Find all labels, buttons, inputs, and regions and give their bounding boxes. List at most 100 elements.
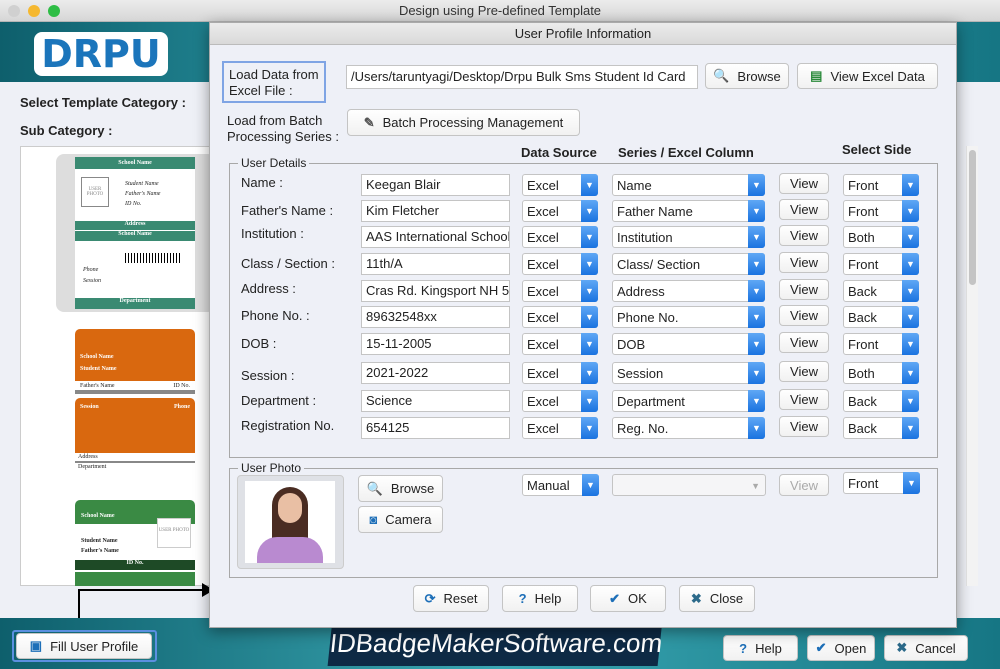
template-card-green[interactable]: School Name USER PHOTO Student Name Fathe… (75, 157, 195, 309)
chevron-down-icon: ▼ (748, 200, 765, 222)
view-button[interactable]: View (779, 305, 829, 326)
template-list[interactable]: School Name USER PHOTO Student Name Fathe… (20, 146, 216, 586)
close-window-button[interactable] (8, 5, 20, 17)
card-fields: Student Name Father's Name (81, 538, 119, 554)
data-source-select[interactable]: Excel ▼ (522, 226, 598, 248)
select-side-select[interactable]: Back ▼ (843, 306, 919, 328)
view-button[interactable]: View (779, 225, 829, 246)
excel-column-select[interactable]: Session ▼ (612, 362, 765, 384)
col-series: Series / Excel Column (618, 145, 754, 160)
cancel-button[interactable]: ✖ Cancel (884, 635, 968, 661)
select-side-select[interactable]: Both ▼ (843, 226, 919, 248)
select-side-select[interactable]: Both ▼ (843, 362, 919, 384)
select-side-select[interactable]: Back ▼ (843, 390, 919, 412)
field-label: Class / Section : (241, 256, 335, 271)
help-button[interactable]: ? Help (502, 585, 578, 612)
chevron-down-icon: ▼ (581, 333, 598, 355)
field-value-input[interactable]: 11th/A (361, 253, 510, 275)
view-button[interactable]: View (779, 199, 829, 220)
card-back-school: School Name (75, 231, 195, 241)
chevron-down-icon: ▼ (581, 417, 598, 439)
select-side-select[interactable]: Front ▼ (843, 253, 919, 275)
browse-folder-icon: 🔍 (366, 480, 383, 496)
data-source-select[interactable]: Excel ▼ (522, 333, 598, 355)
data-source-select[interactable]: Excel ▼ (522, 280, 598, 302)
open-button[interactable]: ✔ Open (807, 635, 875, 661)
excel-column-select[interactable]: Department ▼ (612, 390, 765, 412)
field-value-input[interactable]: 89632548xx (361, 306, 510, 328)
chevron-down-icon: ▼ (902, 390, 919, 412)
excel-column-select[interactable]: Name ▼ (612, 174, 765, 196)
excel-column-select[interactable]: Class/ Section ▼ (612, 253, 765, 275)
view-button[interactable]: View (779, 173, 829, 194)
data-source-select[interactable]: Excel ▼ (522, 390, 598, 412)
chevron-down-icon: ▼ (748, 390, 765, 412)
chevron-down-icon: ▼ (581, 253, 598, 275)
refresh-icon: ⟳ (424, 590, 436, 606)
camera-button[interactable]: ◙ Camera (358, 506, 443, 533)
field-value-input[interactable]: Keegan Blair (361, 174, 510, 196)
batch-processing-button[interactable]: ✎ Batch Processing Management (347, 109, 580, 136)
chevron-down-icon: ▼ (748, 362, 765, 384)
data-source-select[interactable]: Excel ▼ (522, 174, 598, 196)
excel-path-field[interactable]: /Users/taruntyagi/Desktop/Drpu Bulk Sms … (346, 65, 698, 89)
data-source-select[interactable]: Excel ▼ (522, 362, 598, 384)
field-label: Father's Name : (241, 203, 334, 218)
scrollbar[interactable] (966, 146, 978, 586)
excel-browse-button[interactable]: 🔍 Browse (705, 63, 789, 89)
main-help-button[interactable]: ? Help (723, 635, 798, 661)
close-button[interactable]: ✖ Close (679, 585, 755, 612)
ok-button[interactable]: ✔ OK (590, 585, 666, 612)
template-card-orange[interactable]: School Name Student Name Father's Name ID … (75, 329, 195, 479)
data-source-select[interactable]: Excel ▼ (522, 200, 598, 222)
field-value-input[interactable]: Cras Rd. Kingsport NH 56 (361, 280, 510, 302)
photo-view-button[interactable]: View (779, 474, 829, 496)
view-button[interactable]: View (779, 332, 829, 353)
excel-column-select[interactable]: Institution ▼ (612, 226, 765, 248)
field-value-input[interactable]: Kim Fletcher (361, 200, 510, 222)
excel-column-select[interactable]: Father Name ▼ (612, 200, 765, 222)
data-source-select[interactable]: Excel ▼ (522, 417, 598, 439)
view-button[interactable]: View (779, 361, 829, 382)
chevron-down-icon: ▼ (903, 472, 920, 494)
field-label: DOB : (241, 336, 277, 351)
excel-column-select[interactable]: Reg. No. ▼ (612, 417, 765, 439)
select-side-select[interactable]: Front ▼ (843, 333, 919, 355)
field-value-input[interactable]: 15-11-2005 (361, 333, 510, 355)
view-excel-data-button[interactable]: ▤ View Excel Data (797, 63, 938, 89)
photo-side-select[interactable]: Front ▼ (843, 472, 920, 494)
photo-column-select[interactable]: ▼ (612, 474, 766, 496)
photo-browse-button[interactable]: 🔍 Browse (358, 475, 443, 502)
view-button[interactable]: View (779, 389, 829, 410)
zoom-window-button[interactable] (48, 5, 60, 17)
excel-column-select[interactable]: DOB ▼ (612, 333, 765, 355)
select-side-select[interactable]: Back ▼ (843, 280, 919, 302)
select-side-select[interactable]: Front ▼ (843, 200, 919, 222)
template-card-green-dots[interactable]: School Name Student Name Father's Name US… (75, 500, 195, 586)
field-value-input[interactable]: Science (361, 390, 510, 412)
view-button[interactable]: View (779, 252, 829, 273)
field-value-input[interactable]: 654125 (361, 417, 510, 439)
select-side-select[interactable]: Back ▼ (843, 417, 919, 439)
x-icon: ✖ (690, 590, 702, 606)
select-side-select[interactable]: Front ▼ (843, 174, 919, 196)
view-button[interactable]: View (779, 416, 829, 437)
excel-column-select[interactable]: Address ▼ (612, 280, 765, 302)
field-value-input[interactable]: 2021-2022 (361, 362, 510, 384)
chevron-down-icon: ▼ (902, 253, 919, 275)
user-details-title: User Details (238, 156, 310, 170)
excel-column-select[interactable]: Phone No. ▼ (612, 306, 765, 328)
col-select-side: Select Side (842, 142, 912, 157)
data-source-select[interactable]: Excel ▼ (522, 306, 598, 328)
minimize-window-button[interactable] (28, 5, 40, 17)
load-batch-label: Load from Batch Processing Series : (227, 113, 339, 144)
view-button[interactable]: View (779, 279, 829, 300)
field-value-input[interactable]: AAS International School (361, 226, 510, 248)
data-source-select[interactable]: Excel ▼ (522, 253, 598, 275)
window-title: Design using Pre-defined Template (398, 3, 602, 18)
chevron-down-icon: ▼ (581, 200, 598, 222)
reset-button[interactable]: ⟳ Reset (413, 585, 489, 612)
user-photo (237, 475, 344, 569)
fill-user-profile-button[interactable]: ▣ Fill User Profile (16, 633, 152, 659)
photo-source-select[interactable]: Manual ▼ (522, 474, 599, 496)
